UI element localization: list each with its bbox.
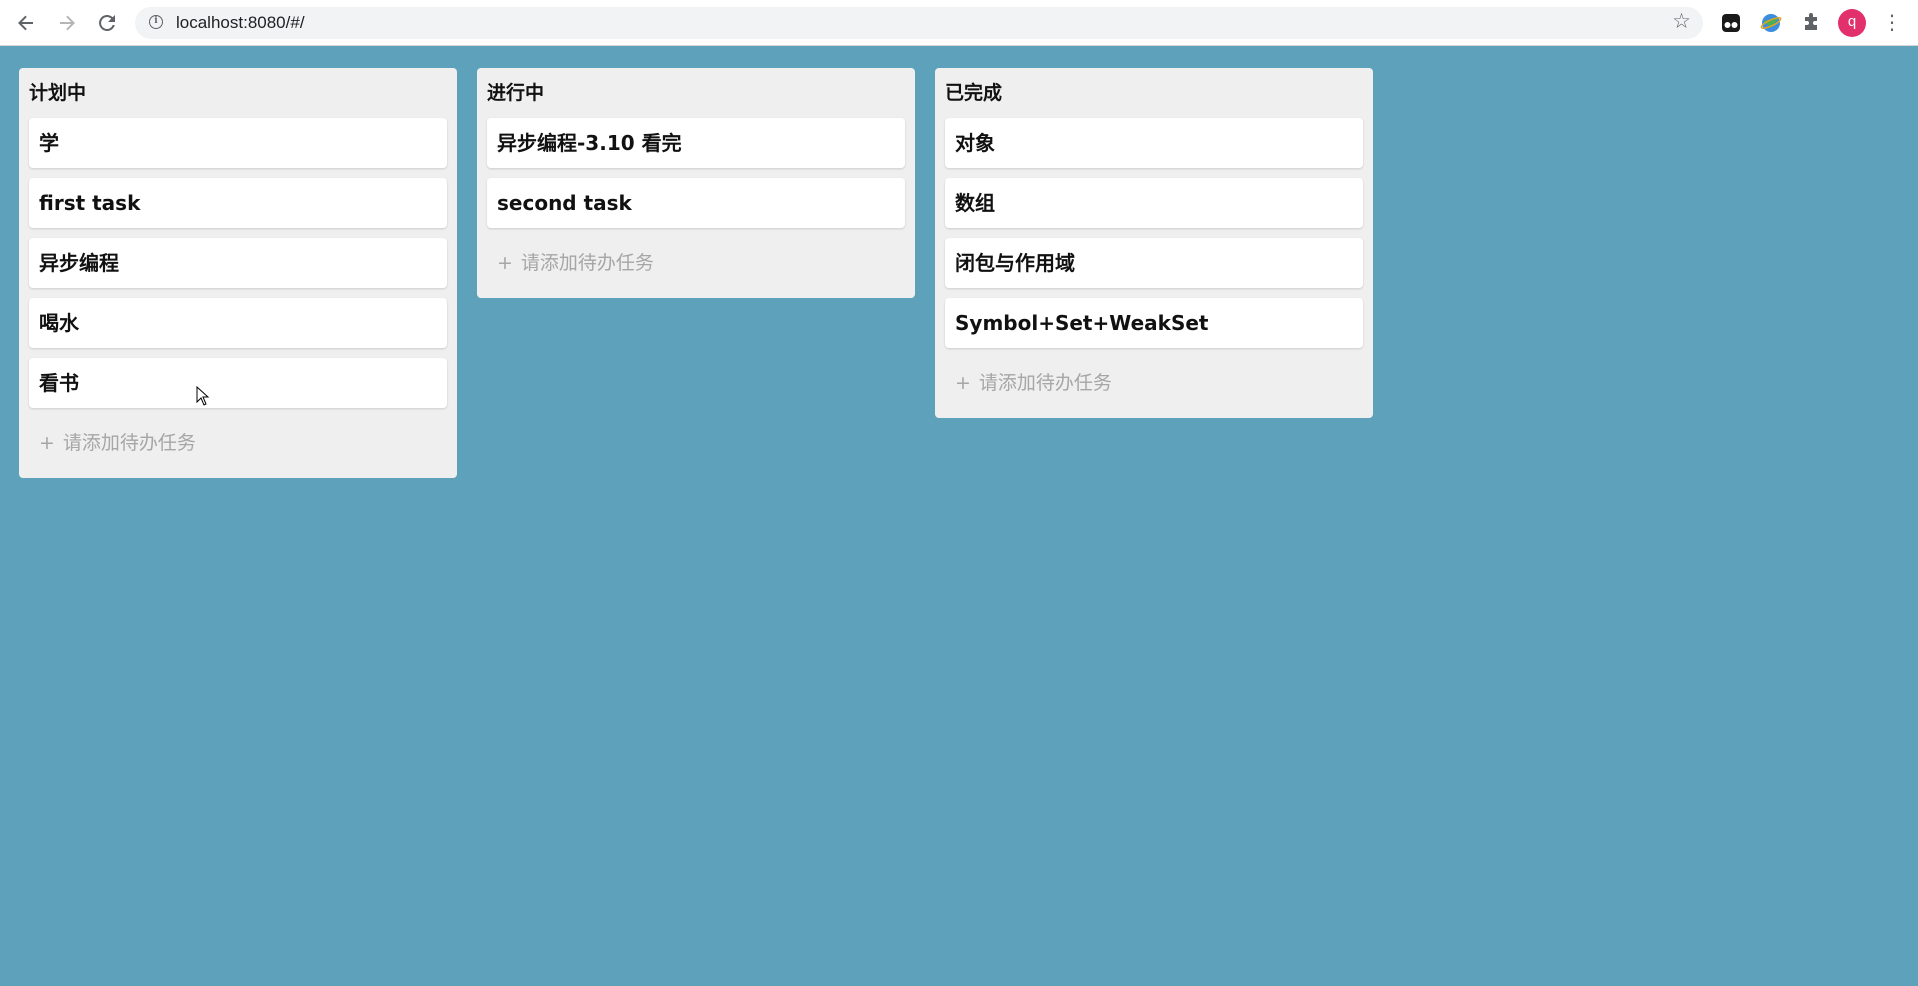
task-card[interactable]: first task [29,178,447,228]
column-title: 计划中 [29,82,87,104]
kebab-menu-icon[interactable]: ⋮ [1882,9,1902,37]
add-task-button[interactable]: + 请添加待办任务 [487,238,905,288]
task-card[interactable]: 异步编程-3.10 看完 [487,118,905,168]
kanban-board: 计划中 学 first task 异步编程 喝水 看书 + 请添加待办任务 进行中… [19,68,1373,478]
column-in-progress: 进行中 异步编程-3.10 看完 second task + 请添加待办任务 [477,68,915,298]
task-card[interactable]: 学 [29,118,447,168]
puzzle-icon[interactable] [1798,10,1824,36]
column-title: 进行中 [487,82,545,104]
task-card[interactable]: 闭包与作用域 [945,238,1363,288]
plus-icon: + [955,372,971,394]
tampermonkey-icon[interactable] [1718,10,1744,36]
add-task-label: 请添加待办任务 [978,372,1112,394]
profile-avatar[interactable]: q [1838,9,1866,37]
task-card[interactable]: 数组 [945,178,1363,228]
forward-arrow-icon[interactable] [52,8,82,38]
task-card[interactable]: 对象 [945,118,1363,168]
add-task-label: 请添加待办任务 [520,252,654,274]
url-text[interactable]: localhost:8080/#/ [176,13,305,33]
task-card[interactable]: Symbol+Set+WeakSet [945,298,1363,348]
task-card[interactable]: 看书 [29,358,447,408]
mouse-cursor-icon [196,386,210,406]
add-task-button[interactable]: + 请添加待办任务 [945,358,1363,408]
info-icon[interactable]: i [149,15,163,29]
column-title: 已完成 [945,82,1003,104]
globe-extension-icon[interactable] [1758,10,1784,36]
column-done: 已完成 对象 数组 闭包与作用域 Symbol+Set+WeakSet + 请添加… [935,68,1373,418]
column-planned: 计划中 学 first task 异步编程 喝水 看书 + 请添加待办任务 [19,68,457,478]
browser-toolbar: i localhost:8080/#/ ☆ q ⋮ [0,0,1918,46]
plus-icon: + [497,252,513,274]
star-icon[interactable]: ☆ [1672,9,1691,33]
add-task-label: 请添加待办任务 [62,432,196,454]
add-task-button[interactable]: + 请添加待办任务 [29,418,447,468]
reload-icon[interactable] [92,8,122,38]
address-bar[interactable]: i localhost:8080/#/ ☆ [135,7,1703,39]
task-card[interactable]: 异步编程 [29,238,447,288]
task-card[interactable]: 喝水 [29,298,447,348]
plus-icon: + [39,432,55,454]
back-arrow-icon[interactable] [11,8,41,38]
task-card[interactable]: second task [487,178,905,228]
